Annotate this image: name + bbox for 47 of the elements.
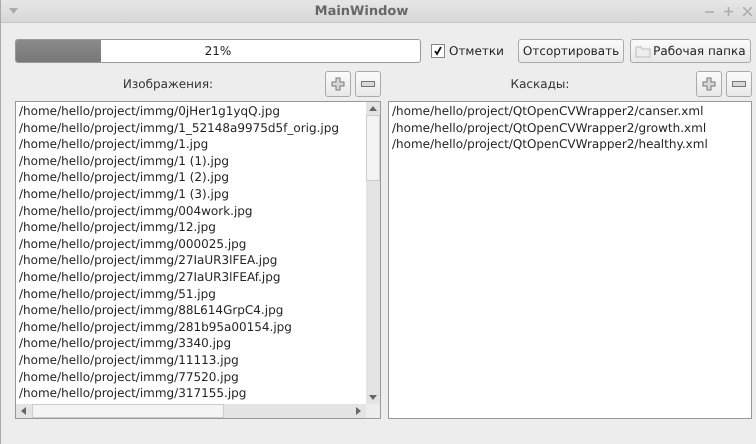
remove-button[interactable] [726,71,752,97]
folder-icon [635,44,652,58]
remove-button[interactable] [355,71,381,97]
file-path-item[interactable]: /home/hello/project/immg/317155.jpg [19,385,246,402]
file-path-item[interactable]: /home/hello/project/immg/11113.jpg [19,352,239,368]
images-label: Изображения: [122,77,214,91]
file-path-item[interactable]: /home/hello/project/immg/27IaUR3lFEA.jpg [19,252,278,269]
checkbox-label: Отметки [449,44,504,58]
file-path-item[interactable]: /home/hello/project/immg/004work.jpg [19,202,253,220]
remove-icon [361,81,375,87]
file-path-item[interactable]: /home/hello/project/immg/77520.jpg [19,368,239,386]
folder-button[interactable]: Рабочая папка [630,39,751,63]
remove-icon [732,81,746,87]
file-path-item[interactable]: /home/hello/project/immg/1 (1).jpg [19,152,230,170]
file-path-item[interactable]: /home/hello/project/immg/12.jpg [19,219,216,236]
add-icon [331,77,345,91]
file-path-item[interactable]: /home/hello/project/QtOpenCVWrapper2/growth.xml [392,120,706,136]
add-button[interactable] [325,71,351,97]
cascades-label: Каскады: [510,77,570,91]
file-path-item[interactable]: /home/hello/project/immg/1 (2).jpg [19,169,230,186]
add-button[interactable] [696,71,722,97]
arrow-up-icon[interactable] [369,105,377,113]
file-path-item[interactable]: /home/hello/project/immg/1_52148a9975d5f_orig.jpg [19,120,339,136]
arrow-down-icon[interactable] [369,393,377,401]
file-path-item[interactable]: /home/hello/project/immg/3340.jpg [19,335,232,352]
file-path-item[interactable]: /home/hello/project/immg/1 (3).jpg [19,186,230,203]
scrollbar-corner [366,404,380,418]
scrollbar-thumb[interactable] [32,404,224,418]
file-path-item[interactable]: /home/hello/project/QtOpenCVWrapper2/healthy.xml [392,136,708,153]
file-path-item[interactable]: /home/hello/project/QtOpenCVWrapper2/canser.xml [392,103,704,120]
vertical-scrollbar[interactable] [366,102,380,404]
checkbox[interactable] [431,44,445,58]
file-path-item[interactable]: /home/hello/project/immg/1.jpg [19,136,208,153]
file-path-item[interactable]: /home/hello/project/immg/27IaUR3lFEAf.jpg [19,268,280,286]
sort-button[interactable]: Отсортировать [518,39,624,63]
progress-reading: 21% [204,44,232,58]
file-path-item[interactable]: /home/hello/project/immg/0jHer1g1yqQ.jpg [19,103,280,120]
arrow-left-icon[interactable] [20,407,28,415]
horizontal-scrollbar[interactable] [16,404,366,418]
arrow-right-icon[interactable] [354,407,362,415]
file-path-item[interactable]: /home/hello/project/immg/281b95a00154.jpg [19,318,292,336]
file-path-item[interactable]: /home/hello/project/immg/88L614GrpC4.jpg [19,302,284,319]
window-title: MainWindow [314,4,410,18]
scrollbar-thumb[interactable] [366,115,380,181]
file-path-item[interactable]: /home/hello/project/immg/51.jpg [19,286,216,302]
add-icon [702,77,716,91]
file-path-item[interactable]: /home/hello/project/immg/000025.jpg [19,236,246,252]
